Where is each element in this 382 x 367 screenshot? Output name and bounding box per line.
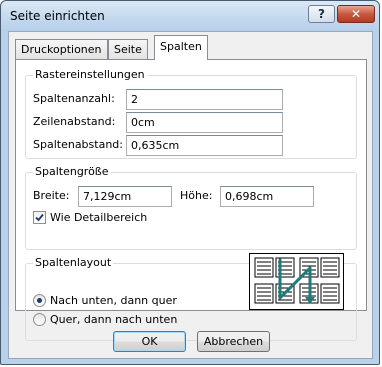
column-size-group-title: Spaltengröße — [33, 165, 111, 178]
dialog-title: Seite einrichten — [10, 9, 105, 23]
same-as-detail-checkbox[interactable] — [33, 211, 46, 224]
tab-label: Seite — [114, 43, 142, 56]
dialog-window: Seite einrichten ? ✕ Druckoptionen Seite… — [0, 0, 380, 365]
tab-label: Spalten — [160, 40, 202, 53]
help-icon: ? — [318, 7, 325, 21]
help-button[interactable]: ? — [308, 5, 335, 23]
ok-button[interactable]: OK — [113, 331, 186, 352]
row-spacing-input[interactable]: 0cm — [126, 112, 283, 133]
columns-count-label: Spaltenanzahl: — [33, 92, 115, 105]
height-input[interactable]: 0,698cm — [220, 186, 314, 207]
column-spacing-label: Spaltenabstand: — [33, 138, 123, 151]
radio-down-then-across[interactable] — [33, 294, 46, 307]
column-spacing-input[interactable]: 0,635cm — [126, 135, 283, 156]
height-label: Höhe: — [180, 189, 213, 202]
same-as-detail-label: Wie Detailbereich — [50, 211, 148, 224]
checkmark-icon — [35, 213, 44, 222]
close-icon: ✕ — [350, 7, 362, 21]
column-layout-preview-icon — [254, 257, 340, 304]
tab-spalten[interactable]: Spalten — [154, 35, 208, 60]
width-input[interactable]: 7,129cm — [78, 186, 172, 207]
column-layout-preview — [249, 253, 344, 310]
tab-seite[interactable]: Seite — [108, 39, 148, 59]
radio-down-then-across-label: Nach unten, dann quer — [50, 294, 177, 307]
raster-group-title: Rastereinstellungen — [33, 68, 147, 81]
tab-druckoptionen[interactable]: Druckoptionen — [15, 39, 108, 59]
cancel-button-label: Abbrechen — [203, 335, 264, 348]
columns-count-input[interactable]: 2 — [126, 89, 283, 110]
radio-across-then-down-label: Quer, dann nach unten — [50, 313, 178, 326]
tab-label: Druckoptionen — [21, 43, 102, 56]
width-label: Breite: — [33, 189, 70, 202]
close-button[interactable]: ✕ — [337, 5, 375, 23]
ok-button-label: OK — [141, 335, 158, 348]
cancel-button[interactable]: Abbrechen — [197, 331, 270, 352]
radio-across-then-down[interactable] — [33, 313, 46, 326]
row-spacing-label: Zeilenabstand: — [33, 115, 116, 128]
column-layout-group-title: Spaltenlayout — [33, 256, 114, 269]
title-bar[interactable]: Seite einrichten ? ✕ — [1, 1, 379, 31]
